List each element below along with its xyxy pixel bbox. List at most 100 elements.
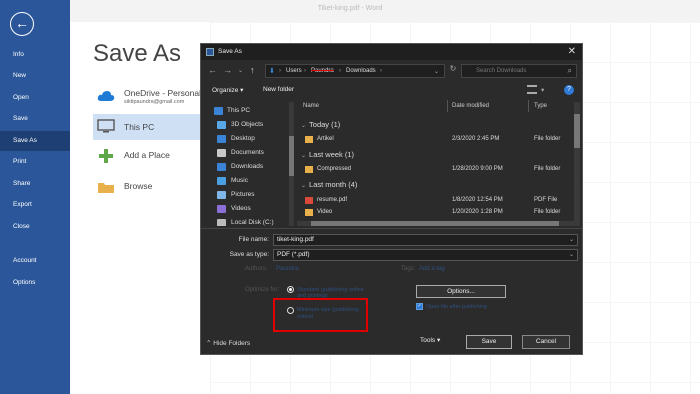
open-after-label[interactable]: Open file after publishing [426,304,531,310]
organize-button[interactable]: Organize ▾ [212,86,243,94]
nav-account[interactable]: Account [0,251,70,271]
breadcrumb-downloads[interactable]: Downloads [346,68,376,74]
optimize-label: Optimize for: [245,287,280,293]
close-icon[interactable]: ✕ [568,46,576,57]
tree-item-pictures[interactable]: Pictures [211,188,291,202]
nav-close[interactable]: Close [0,217,70,237]
location-name: Browse [124,181,153,191]
drive-icon [217,219,226,226]
forward-icon[interactable]: → [223,65,232,75]
column-date[interactable]: Date modified [452,103,489,109]
scroll-thumb[interactable] [574,114,580,148]
folder-icon [98,183,114,193]
tree-item-3d-objects[interactable]: 3D Objects [211,118,291,132]
nav-new[interactable]: New [0,66,70,86]
annotation-highlight-box [273,298,368,332]
file-name-input[interactable]: tiket-king.pdf ⌄ [273,234,578,246]
scroll-thumb[interactable] [289,136,294,176]
word-icon [206,48,214,56]
refresh-icon[interactable]: ↻ [447,64,459,78]
dialog-title: Save As [218,48,242,55]
nav-share[interactable]: Share [0,174,70,194]
group-header[interactable]: ⌄ Last week (1) [301,150,354,159]
file-list: Name Date modified Type ⌄ Today (1) Artik… [297,98,579,226]
options-button[interactable]: Options... [416,285,506,298]
nav-open[interactable]: Open [0,88,70,108]
tree-item-music[interactable]: Music [211,174,291,188]
address-bar[interactable]: ⬇ › Users › Paundra › Downloads › ⌄ [265,64,445,78]
folder-icon [305,166,313,173]
list-item[interactable]: Video 1/20/2020 1:28 PM File folder [301,207,577,219]
back-icon[interactable]: ← [208,65,217,75]
downloads-arrow-icon: ⬇ [269,68,275,75]
view-options-icon[interactable] [527,85,537,94]
authors-label: Authors: [245,266,268,272]
tree-item-local-disk[interactable]: Local Disk (C:) [211,216,291,226]
view-dropdown-icon[interactable]: ▾ [541,86,544,94]
cancel-button[interactable]: Cancel [522,335,570,349]
chevron-up-icon: ⌃ [206,340,212,347]
list-item[interactable]: Compressed 1/28/2020 9:00 PM File folder [301,164,577,176]
scroll-thumb[interactable] [311,221,559,226]
search-box[interactable]: Search Downloads ⌕ [461,64,577,78]
pictures-icon [217,191,226,199]
tree-item-videos[interactable]: Videos [211,202,291,216]
computer-icon [214,107,223,115]
nav-save-as[interactable]: Save As [0,131,70,151]
open-after-checkbox[interactable]: ✓ [416,303,423,310]
document-icon [217,149,226,157]
chevron-down-icon[interactable]: ⌄ [569,235,574,245]
tree-item-desktop[interactable]: Desktop [211,132,291,146]
desktop-icon [217,135,226,143]
location-onedrive[interactable]: OneDrive - Personal siktipaundra@gmail.c… [93,84,203,110]
list-item[interactable]: resume.pdf 1/8/2020 12:54 PM PDF File [301,195,577,207]
tree-scrollbar[interactable] [289,102,294,226]
plus-icon [99,149,113,163]
dialog-title-bar: Save As ✕ [201,44,582,60]
tags-value[interactable]: Add a tag [419,266,445,272]
tree-item-documents[interactable]: Documents [211,146,291,160]
nav-save[interactable]: Save [0,109,70,129]
pdf-icon [305,197,313,204]
save-button[interactable]: Save [466,335,512,349]
location-add-place[interactable]: Add a Place [93,144,203,170]
save-type-label: Save as type: [229,251,269,258]
nav-export[interactable]: Export [0,195,70,215]
optimize-standard-radio[interactable] [287,286,294,293]
back-arrow-icon[interactable]: ← [10,12,34,36]
new-folder-button[interactable]: New folder [263,86,294,93]
window-title: Tiket-king.pdf - Word [317,5,383,12]
column-type[interactable]: Type [534,103,547,109]
download-icon [217,163,226,171]
group-header[interactable]: ⌄ Last month (4) [301,180,357,189]
nav-options[interactable]: Options [0,273,70,293]
chevron-down-icon: ⌄ [301,183,307,189]
page-title: Save As [93,40,182,67]
tree-item-this-pc[interactable]: This PC [211,104,291,118]
group-header[interactable]: ⌄ Today (1) [301,120,340,129]
location-name: Add a Place [124,150,170,160]
tools-button[interactable]: Tools ▾ [420,335,460,349]
authors-value[interactable]: Paundra [276,266,299,272]
file-list-scrollbar[interactable] [574,102,580,226]
tree-item-downloads[interactable]: Downloads [211,160,291,174]
help-icon[interactable]: ? [564,85,574,95]
recent-dropdown-icon[interactable]: ⌄ [238,67,243,74]
location-this-pc[interactable]: This PC [93,114,203,140]
nav-print[interactable]: Print [0,152,70,172]
breadcrumb-users[interactable]: Users [286,68,302,74]
hide-folders-button[interactable]: ⌃ Hide Folders [206,339,250,347]
save-type-select[interactable]: PDF (*.pdf) ⌄ [273,249,578,261]
cube-icon [217,121,226,129]
nav-info[interactable]: Info [0,45,70,65]
list-item[interactable]: Artikel 2/3/2020 2:45 PM File folder [301,134,577,146]
address-dropdown-icon[interactable]: ⌄ [434,68,439,75]
breadcrumb-user[interactable]: Paundra [311,68,334,74]
location-browse[interactable]: Browse [93,175,203,201]
up-icon[interactable]: ↑ [250,65,255,75]
location-name: OneDrive - Personal [124,88,202,98]
search-input[interactable]: Search Downloads [476,68,526,74]
horizontal-scrollbar[interactable] [297,221,574,226]
video-icon [217,205,226,213]
column-name[interactable]: Name [303,103,319,109]
